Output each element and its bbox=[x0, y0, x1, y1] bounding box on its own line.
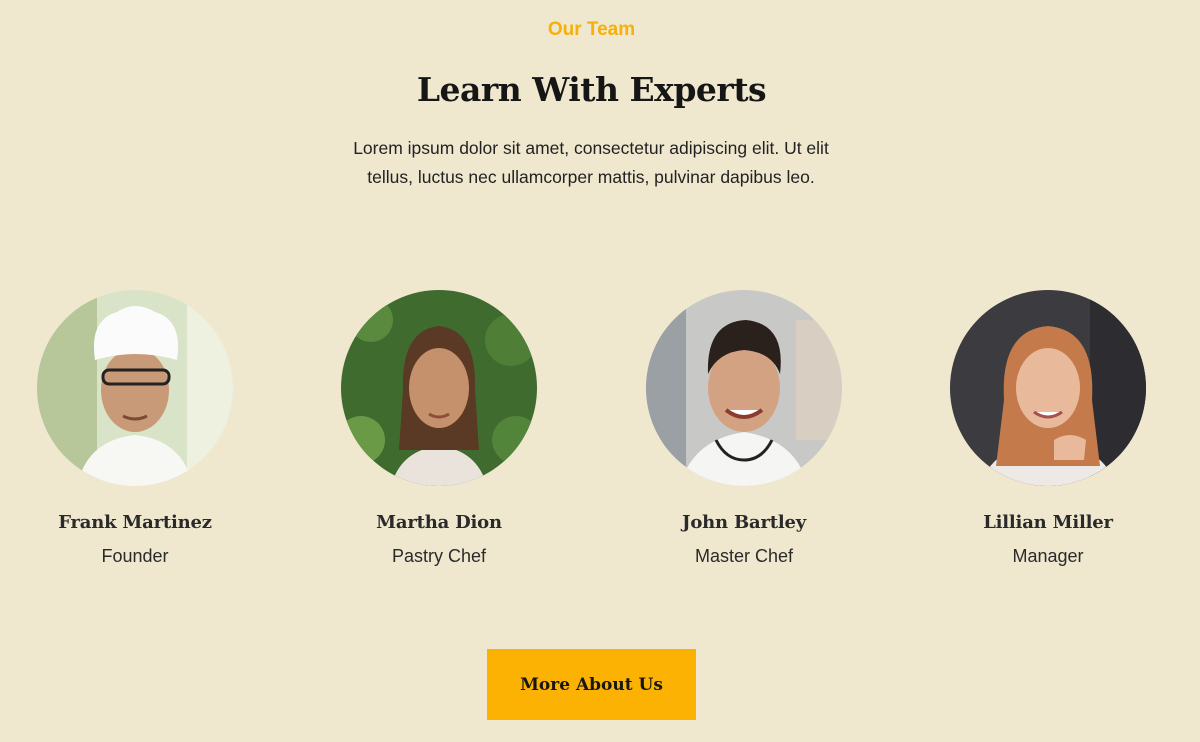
member-role: Founder bbox=[101, 546, 169, 566]
more-about-us-button[interactable]: More About Us bbox=[487, 649, 696, 720]
member-name: Martha Dion bbox=[376, 512, 502, 533]
avatar-photo bbox=[37, 290, 233, 486]
team-member-card: Martha Dion Pastry Chef bbox=[339, 290, 539, 567]
member-role: Manager bbox=[1012, 546, 1084, 566]
member-name: John Bartley bbox=[682, 512, 806, 533]
avatar-photo bbox=[341, 290, 537, 486]
section-intro: Lorem ipsum dolor sit amet, consectetur … bbox=[353, 138, 829, 187]
member-name: Frank Martinez bbox=[58, 512, 212, 533]
member-role: Master Chef bbox=[694, 546, 794, 566]
section-title: Learn With Experts bbox=[416, 70, 767, 109]
member-name: Lillian Miller bbox=[983, 512, 1113, 533]
team-member-card: Lillian Miller Manager bbox=[948, 290, 1148, 567]
avatar-photo bbox=[646, 290, 842, 486]
team-member-card: Frank Martinez Founder bbox=[35, 290, 235, 567]
member-role: Pastry Chef bbox=[391, 546, 487, 566]
avatar-photo bbox=[950, 290, 1146, 486]
section-eyebrow: Our Team bbox=[547, 19, 636, 40]
team-member-card: John Bartley Master Chef bbox=[644, 290, 844, 567]
